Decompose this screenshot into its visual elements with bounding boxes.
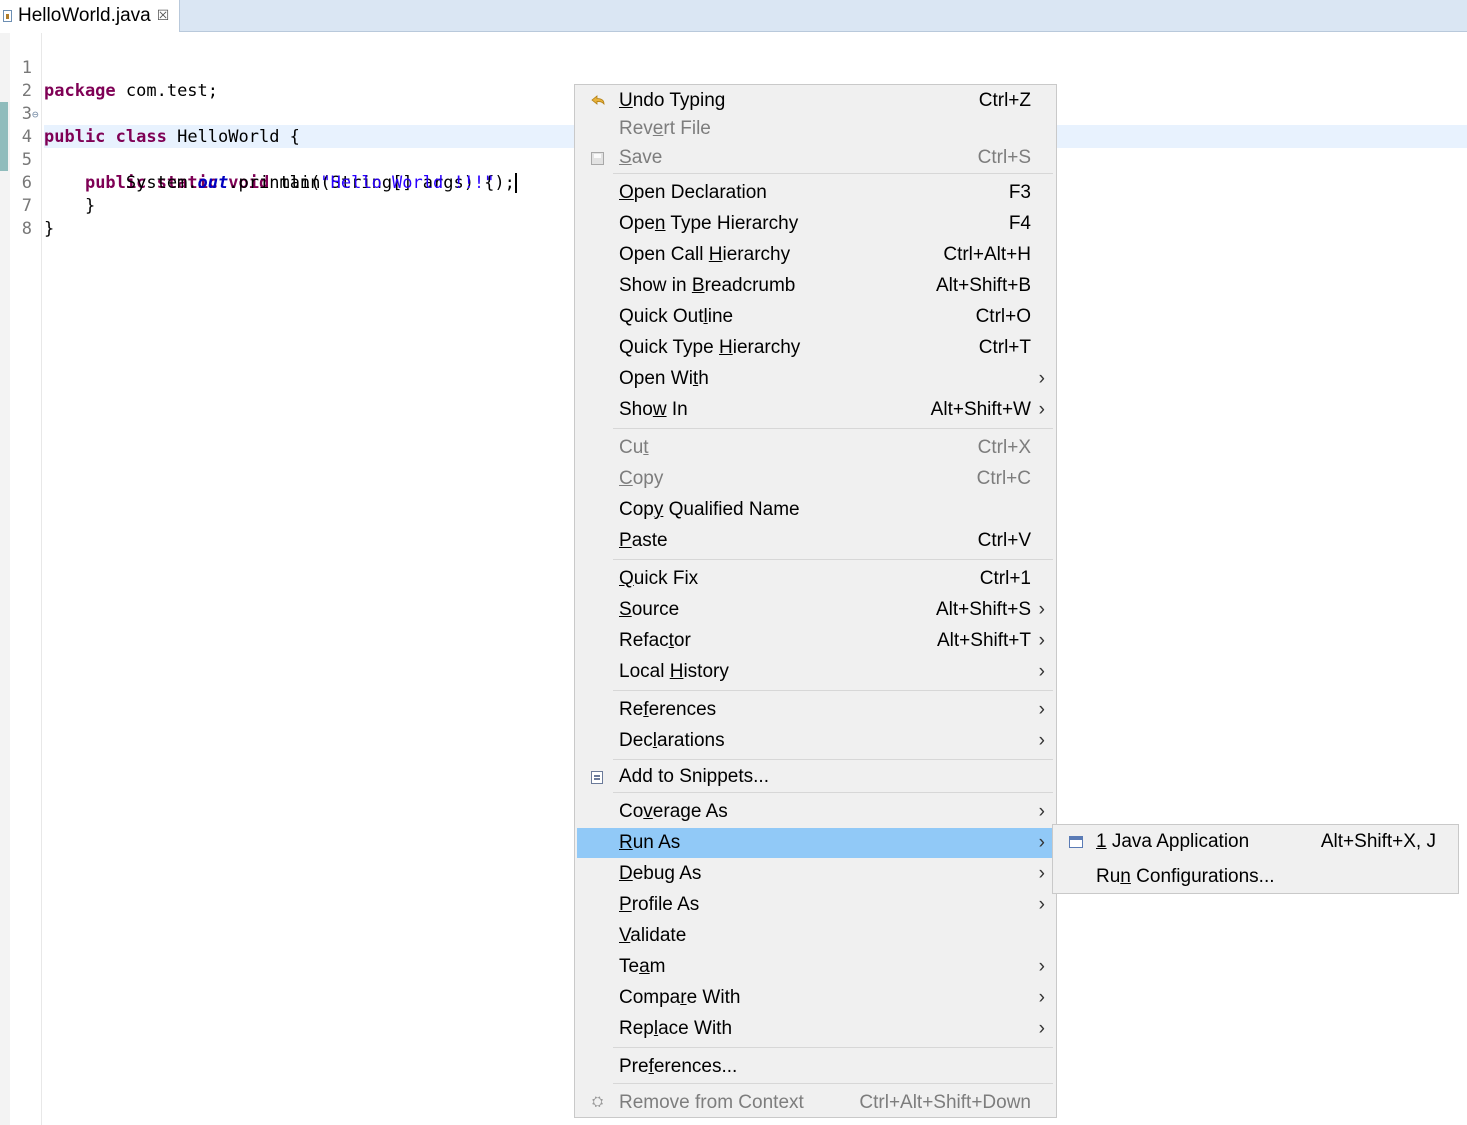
submenu-arrow-icon: › [1038, 399, 1045, 420]
shortcut: Alt+Shift+X, J [1320, 831, 1436, 852]
menu-separator [613, 1083, 1053, 1084]
menu-item-quick-type-hierarchy[interactable]: Quick Type Hierarchy Ctrl+T [577, 333, 1054, 363]
save-icon [591, 152, 604, 165]
menu-item-show-in[interactable]: Show In Alt+Shift+W › [577, 395, 1054, 425]
submenu-arrow-icon: › [1038, 863, 1045, 884]
menu-item-source[interactable]: Source Alt+Shift+S › [577, 595, 1054, 625]
menu-item-replace-with[interactable]: Replace With › [577, 1014, 1054, 1044]
menu-item-open-with[interactable]: Open With › [577, 364, 1054, 394]
menu-item-copy[interactable]: Copy Ctrl+C [577, 464, 1054, 494]
code-text: } [44, 219, 55, 239]
submenu-arrow-icon: › [1038, 630, 1045, 651]
menu-item-show-in-breadcrumb[interactable]: Show in Breadcrumb Alt+Shift+B [577, 271, 1054, 301]
menu-item-paste[interactable]: Paste Ctrl+V [577, 526, 1054, 556]
menu-item-quick-outline[interactable]: Quick Outline Ctrl+O [577, 302, 1054, 332]
java-application-icon [1069, 836, 1083, 848]
line-number: 8 [21, 219, 32, 239]
menu-item-team[interactable]: Team › [577, 952, 1054, 982]
menu-item-remove-from-context[interactable]: ⛭ Remove from Context Ctrl+Alt+Shift+Dow… [577, 1088, 1054, 1118]
shortcut: Alt+Shift+S [935, 599, 1031, 620]
menu-separator [613, 559, 1053, 560]
submenu-arrow-icon: › [1038, 699, 1045, 720]
shortcut: Alt+Shift+W [930, 399, 1031, 420]
submenu-arrow-icon: › [1038, 661, 1045, 682]
shortcut: Ctrl+Alt+H [943, 244, 1031, 265]
shortcut: Alt+Shift+B [935, 275, 1031, 296]
menu-item-save[interactable]: Save Ctrl+S [577, 143, 1054, 173]
menu-item-open-type-hierarchy[interactable]: Open Type Hierarchy F4 [577, 209, 1054, 239]
menu-separator [613, 792, 1053, 793]
menu-item-cut[interactable]: Cut Ctrl+X [577, 433, 1054, 463]
submenu-arrow-icon: › [1038, 1018, 1045, 1039]
shortcut: Ctrl+T [978, 337, 1031, 358]
shortcut: Ctrl+X [977, 437, 1031, 458]
menu-item-copy-qualified-name[interactable]: Copy Qualified Name [577, 495, 1054, 525]
submenu-arrow-icon: › [1038, 730, 1045, 751]
shortcut: F3 [1008, 182, 1031, 203]
menu-item-open-declaration[interactable]: Open Declaration F3 [577, 178, 1054, 208]
menu-item-open-call-hierarchy[interactable]: Open Call Hierarchy Ctrl+Alt+H [577, 240, 1054, 270]
editor-tab-bar: HelloWorld.java ☒ [0, 0, 1467, 32]
submenu-arrow-icon: › [1038, 599, 1045, 620]
menu-separator [613, 428, 1053, 429]
menu-item-validate[interactable]: Validate [577, 921, 1054, 951]
menu-item-compare-with[interactable]: Compare With › [577, 983, 1054, 1013]
shortcut: Ctrl+C [976, 468, 1031, 489]
submenu-item-run-configurations[interactable]: Run Configurations... [1055, 861, 1456, 893]
snippet-icon [591, 771, 603, 784]
shortcut: Ctrl+1 [979, 568, 1031, 589]
menu-separator [613, 173, 1053, 174]
code-line-2: 2 [0, 57, 1467, 101]
fold-collapse-icon[interactable]: ⊖ [32, 103, 39, 126]
menu-item-run-as[interactable]: Run As › [577, 828, 1054, 858]
shortcut: Ctrl+V [977, 530, 1031, 551]
menu-item-references[interactable]: References › [577, 695, 1054, 725]
shortcut: Ctrl+O [975, 306, 1031, 327]
submenu-arrow-icon: › [1038, 368, 1045, 389]
menu-item-undo-typing[interactable]: Undo Typing Ctrl+Z [577, 86, 1054, 116]
shortcut: Ctrl+Alt+Shift+Down [859, 1092, 1031, 1113]
remove-context-icon: ⛭ [592, 1093, 604, 1109]
menu-item-revert-file[interactable]: Revert File [577, 114, 1054, 144]
menu-separator [613, 1047, 1053, 1048]
editor-context-menu: Undo Typing Ctrl+Z Revert File Save Ctrl… [574, 84, 1057, 1118]
menu-item-local-history[interactable]: Local History › [577, 657, 1054, 687]
menu-separator [613, 759, 1053, 760]
shortcut: Alt+Shift+T [937, 630, 1031, 651]
shortcut: Ctrl+Z [978, 90, 1031, 111]
menu-item-coverage-as[interactable]: Coverage As › [577, 797, 1054, 827]
java-file-icon [3, 10, 12, 22]
menu-item-declarations[interactable]: Declarations › [577, 726, 1054, 756]
menu-item-add-to-snippets[interactable]: Add to Snippets... [577, 762, 1054, 792]
submenu-arrow-icon: › [1038, 956, 1045, 977]
close-tab-icon[interactable]: ☒ [157, 8, 170, 24]
run-as-submenu: 1 Java Application Alt+Shift+X, J Run Co… [1052, 824, 1459, 894]
submenu-item-java-application[interactable]: 1 Java Application Alt+Shift+X, J [1055, 826, 1456, 858]
code-line-1: 1 package com.test; [0, 34, 1467, 101]
submenu-arrow-icon: › [1038, 801, 1045, 822]
undo-icon [591, 95, 605, 105]
menu-item-refactor[interactable]: Refactor Alt+Shift+T › [577, 626, 1054, 656]
shortcut: F4 [1008, 213, 1031, 234]
tab-title: HelloWorld.java [18, 5, 151, 26]
menu-item-preferences[interactable]: Preferences... [577, 1052, 1054, 1082]
submenu-arrow-icon: › [1038, 832, 1045, 853]
shortcut: Ctrl+S [977, 147, 1031, 168]
tab-helloworld-java[interactable]: HelloWorld.java ☒ [0, 0, 180, 32]
menu-item-debug-as[interactable]: Debug As › [577, 859, 1054, 889]
menu-separator [613, 690, 1053, 691]
submenu-arrow-icon: › [1038, 987, 1045, 1008]
menu-item-quick-fix[interactable]: Quick Fix Ctrl+1 [577, 564, 1054, 594]
submenu-arrow-icon: › [1038, 894, 1045, 915]
menu-item-profile-as[interactable]: Profile As › [577, 890, 1054, 920]
